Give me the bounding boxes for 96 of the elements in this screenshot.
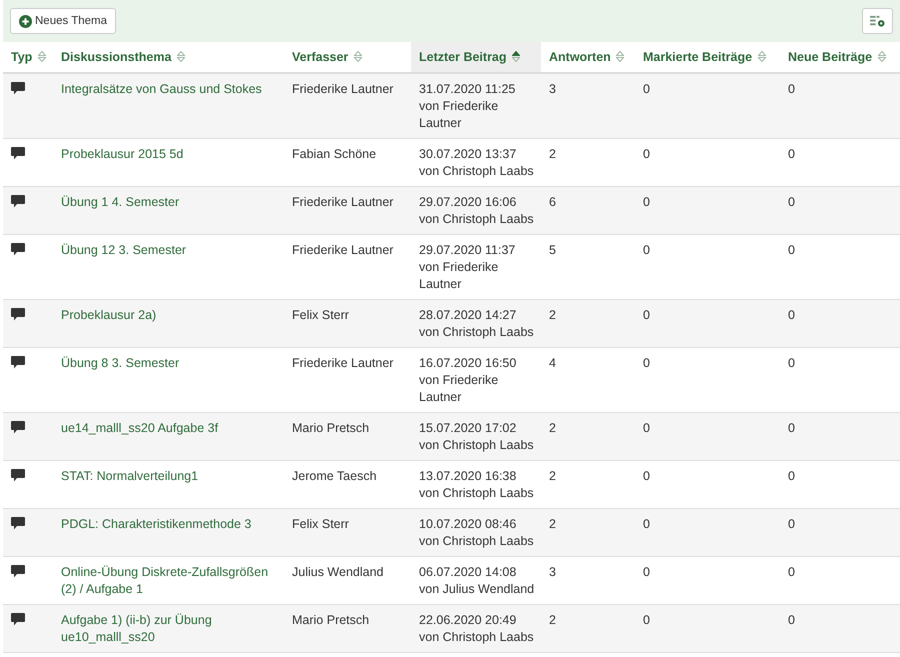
last-post-author: von Julius Wendland	[419, 581, 536, 598]
sort-icon	[38, 51, 46, 62]
last-post-author: von Christoph Laabs	[419, 629, 535, 646]
marked-count: 0	[643, 195, 650, 209]
column-header[interactable]: Antworten	[541, 42, 635, 73]
sort-ascending-icon	[512, 51, 520, 62]
last-post-date: 29.07.2020 16:06	[419, 194, 518, 211]
new-topic-button[interactable]: Neues Thema	[10, 8, 116, 34]
marked-count: 0	[643, 565, 650, 579]
topic-link[interactable]: Probeklausur 2015 5d	[61, 146, 278, 163]
new-count: 0	[788, 565, 795, 579]
last-post-date: 29.07.2020 11:37	[419, 242, 516, 259]
topic-link[interactable]: Online-Übung Diskrete-Zufallsgrößen (2) / Aufgabe 1	[61, 564, 278, 598]
last-post-date: 30.07.2020 13:37	[419, 146, 518, 163]
last-post-author: von Christoph Laabs	[419, 211, 535, 228]
answers-count: 2	[549, 147, 556, 161]
column-header[interactable]: Verfasser	[284, 42, 411, 73]
new-count: 0	[788, 469, 795, 483]
new-count: 0	[788, 147, 795, 161]
author-text: Mario Pretsch	[292, 421, 370, 435]
answers-count: 6	[549, 195, 556, 209]
last-post-date: 16.07.2020 16:50	[419, 355, 518, 372]
last-post-author: von Christoph Laabs	[419, 485, 535, 502]
table-settings-button[interactable]	[862, 8, 893, 34]
marked-count: 0	[643, 243, 650, 257]
last-post-date: 13.07.2020 16:38	[419, 468, 518, 485]
last-post-date: 15.07.2020 17:02	[419, 420, 518, 437]
answers-count: 2	[549, 469, 556, 483]
author-text: Friederike Lautner	[292, 195, 394, 209]
marked-count: 0	[643, 82, 650, 96]
answers-count: 3	[549, 565, 556, 579]
new-count: 0	[788, 356, 795, 370]
last-post-author: von Friederike Lautner	[419, 372, 500, 406]
plus-icon	[19, 14, 32, 28]
new-count: 0	[788, 195, 795, 209]
marked-count: 0	[643, 356, 650, 370]
author-text: Jerome Taesch	[292, 469, 377, 483]
speech-bubble-icon	[11, 82, 25, 95]
author-text: Mario Pretsch	[292, 613, 370, 627]
sort-icon	[758, 51, 766, 62]
column-header[interactable]: Letzter Beitrag	[411, 42, 541, 73]
last-post-author: von Christoph Laabs	[419, 533, 535, 550]
marked-count: 0	[643, 469, 650, 483]
speech-bubble-icon	[11, 147, 25, 160]
speech-bubble-icon	[11, 195, 25, 208]
new-count: 0	[788, 243, 795, 257]
table-settings-icon	[870, 14, 885, 28]
topic-link[interactable]: Übung 8 3. Semester	[61, 355, 278, 372]
author-text: Felix Sterr	[292, 517, 349, 531]
marked-count: 0	[643, 421, 650, 435]
marked-count: 0	[643, 613, 650, 627]
last-post-author: von Friederike Lautner	[419, 259, 500, 293]
author-text: Friederike Lautner	[292, 243, 394, 257]
new-count: 0	[788, 517, 795, 531]
last-post-date: 31.07.2020 11:25	[419, 81, 516, 98]
speech-bubble-icon	[11, 613, 25, 626]
author-text: Felix Sterr	[292, 308, 349, 322]
last-post-author: von Christoph Laabs	[419, 324, 535, 341]
new-count: 0	[788, 613, 795, 627]
new-count: 0	[788, 308, 795, 322]
last-post-author: von Christoph Laabs	[419, 437, 535, 454]
answers-count: 3	[549, 82, 556, 96]
last-post-author: von Christoph Laabs	[419, 163, 535, 180]
topic-link[interactable]: Übung 12 3. Semester	[61, 242, 278, 259]
speech-bubble-icon	[11, 517, 25, 530]
last-post-date: 28.07.2020 14:27	[419, 307, 518, 324]
answers-count: 2	[549, 308, 556, 322]
last-post-author: von Friederike Lautner	[419, 98, 500, 132]
topic-link[interactable]: STAT: Normalverteilung1	[61, 468, 278, 485]
last-post-date: 22.06.2020 20:49	[419, 612, 518, 629]
answers-count: 2	[549, 421, 556, 435]
author-text: Friederike Lautner	[292, 82, 394, 96]
speech-bubble-icon	[11, 421, 25, 434]
author-text: Friederike Lautner	[292, 356, 394, 370]
new-count: 0	[788, 421, 795, 435]
marked-count: 0	[643, 147, 650, 161]
answers-count: 4	[549, 356, 556, 370]
answers-count: 2	[549, 613, 556, 627]
last-post-date: 10.07.2020 08:46	[419, 516, 518, 533]
speech-bubble-icon	[11, 356, 25, 369]
marked-count: 0	[643, 517, 650, 531]
speech-bubble-icon	[11, 308, 25, 321]
sort-icon	[616, 51, 624, 62]
sort-icon	[176, 51, 185, 62]
new-count: 0	[788, 82, 795, 96]
sort-icon	[354, 51, 362, 62]
speech-bubble-icon	[11, 469, 25, 482]
author-text: Fabian Schöne	[292, 147, 376, 161]
last-post-date: 06.07.2020 14:08	[419, 564, 518, 581]
marked-count: 0	[643, 308, 650, 322]
answers-count: 2	[549, 517, 556, 531]
author-text: Julius Wendland	[292, 565, 384, 579]
sort-icon	[878, 51, 886, 62]
speech-bubble-icon	[11, 565, 25, 578]
speech-bubble-icon	[11, 243, 25, 256]
answers-count: 5	[549, 243, 556, 257]
